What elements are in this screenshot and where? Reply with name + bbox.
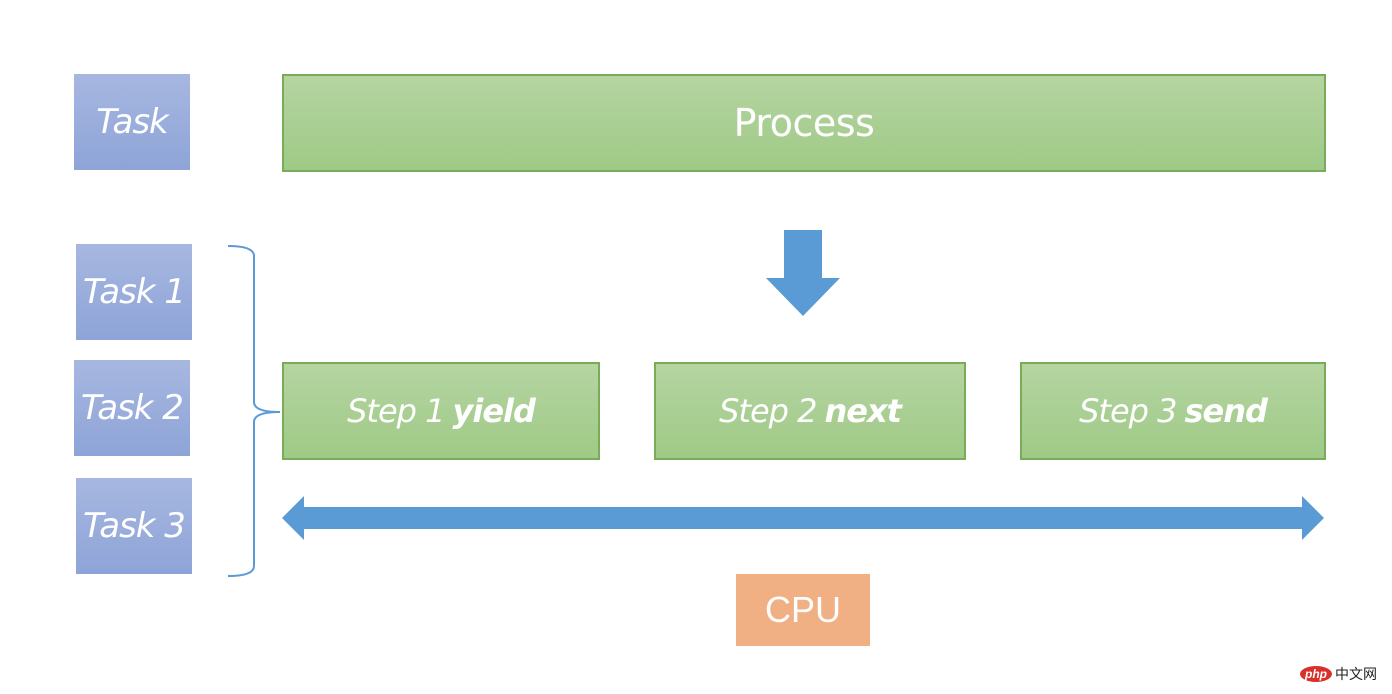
cpu-label: CPU	[764, 589, 841, 630]
double-arrow-icon	[282, 496, 1324, 540]
cpu-box: CPU	[736, 574, 870, 646]
down-arrow-icon	[766, 230, 840, 316]
php-logo-icon: php	[1300, 666, 1332, 682]
watermark-text: 中文网	[1335, 667, 1377, 683]
watermark: php 中文网	[1300, 664, 1377, 684]
curly-brace-icon	[227, 245, 281, 577]
diagram-shapes	[227, 230, 1324, 577]
